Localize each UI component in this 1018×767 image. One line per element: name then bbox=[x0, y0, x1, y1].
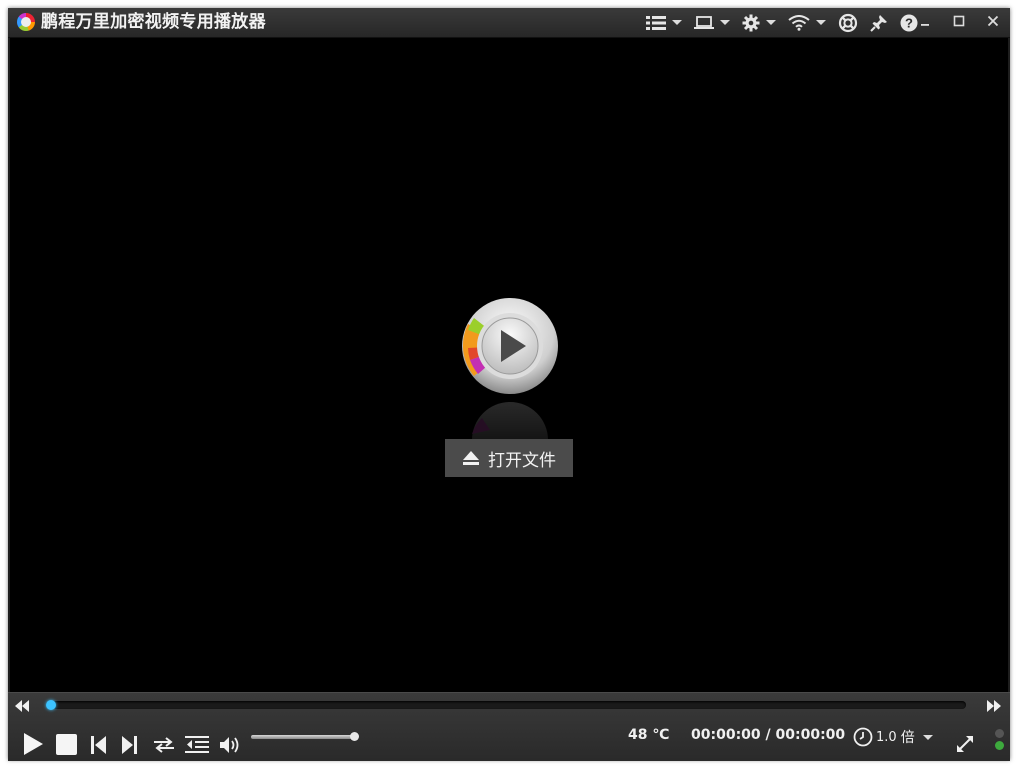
playlist-menu-button[interactable] bbox=[646, 15, 682, 31]
next-button[interactable] bbox=[121, 736, 137, 754]
app-title: 鹏程万里加密视频专用播放器 bbox=[41, 12, 266, 32]
status-indicators bbox=[995, 729, 1005, 753]
next-icon bbox=[122, 736, 137, 754]
fast-forward-icon bbox=[987, 700, 1001, 712]
fast-forward-button[interactable] bbox=[986, 698, 1002, 717]
settings-icon bbox=[742, 14, 760, 31]
settings-menu-button[interactable] bbox=[742, 14, 776, 32]
player-logo-icon[interactable] bbox=[460, 296, 560, 396]
list-indent-icon bbox=[185, 736, 209, 753]
maximize-button[interactable] bbox=[942, 8, 976, 34]
screen-icon bbox=[694, 15, 714, 29]
play-icon bbox=[24, 733, 43, 755]
speed-selector[interactable]: 1.0 倍 bbox=[853, 727, 933, 747]
player-window: 鹏程万里加密视频专用播放器 ? 打开文件 48 ℃ 00:00:00 / 00:… bbox=[8, 8, 1010, 761]
support-button[interactable] bbox=[838, 13, 858, 33]
wifi-icon bbox=[788, 14, 810, 31]
play-button[interactable] bbox=[22, 732, 44, 756]
volume-knob[interactable] bbox=[350, 732, 359, 741]
speed-unit: 倍 bbox=[900, 730, 915, 746]
open-file-button[interactable]: 打开文件 bbox=[445, 439, 573, 477]
speaker-icon bbox=[220, 737, 239, 753]
rewind-button[interactable] bbox=[14, 698, 30, 717]
fullscreen-icon bbox=[957, 736, 973, 752]
app-logo-icon bbox=[17, 13, 35, 31]
pin-button[interactable] bbox=[870, 14, 888, 32]
chevron-down-icon bbox=[720, 20, 730, 25]
playlist-icon bbox=[646, 15, 666, 30]
fullscreen-button[interactable] bbox=[955, 734, 975, 754]
repeat-icon bbox=[154, 737, 174, 753]
toolbar: ? bbox=[634, 8, 918, 37]
volume-slider[interactable] bbox=[251, 732, 359, 741]
close-icon bbox=[987, 15, 999, 27]
screen-menu-button[interactable] bbox=[694, 15, 730, 31]
eject-icon bbox=[463, 451, 479, 465]
video-area[interactable]: 打开文件 bbox=[10, 38, 1008, 692]
previous-button[interactable] bbox=[91, 736, 107, 754]
close-button[interactable] bbox=[976, 8, 1010, 34]
time-readout: 00:00:00 / 00:00:00 bbox=[691, 727, 846, 743]
logo-reflection bbox=[460, 394, 560, 444]
open-file-label: 打开文件 bbox=[488, 450, 556, 471]
previous-icon bbox=[91, 736, 106, 754]
lifebuoy-icon bbox=[838, 13, 858, 32]
chevron-down-icon bbox=[922, 734, 933, 740]
chevron-down-icon bbox=[672, 20, 682, 25]
volume-button[interactable] bbox=[219, 735, 241, 755]
playlist-toggle-button[interactable] bbox=[185, 735, 209, 755]
maximize-icon bbox=[953, 15, 965, 27]
progress-bar[interactable] bbox=[46, 700, 966, 710]
loop-button[interactable] bbox=[152, 736, 176, 754]
rewind-icon bbox=[15, 700, 29, 712]
control-bar: 48 ℃ 00:00:00 / 00:00:00 1.0 倍 bbox=[8, 692, 1010, 761]
temperature-readout: 48 ℃ bbox=[628, 727, 670, 743]
network-menu-button[interactable] bbox=[788, 14, 826, 31]
stop-button[interactable] bbox=[56, 734, 77, 755]
status-led-on bbox=[995, 741, 1004, 750]
minimize-icon bbox=[921, 24, 929, 26]
title-bar[interactable]: 鹏程万里加密视频专用播放器 ? bbox=[8, 8, 1010, 38]
window-controls bbox=[908, 8, 1010, 37]
pin-icon bbox=[870, 14, 887, 32]
speed-value: 1.0 bbox=[876, 729, 897, 745]
clock-icon bbox=[853, 727, 873, 747]
minimize-button[interactable] bbox=[908, 8, 942, 34]
stop-icon bbox=[56, 734, 77, 755]
chevron-down-icon bbox=[816, 20, 826, 25]
progress-knob[interactable] bbox=[46, 700, 56, 710]
status-led-off bbox=[995, 729, 1004, 738]
chevron-down-icon bbox=[766, 20, 776, 25]
